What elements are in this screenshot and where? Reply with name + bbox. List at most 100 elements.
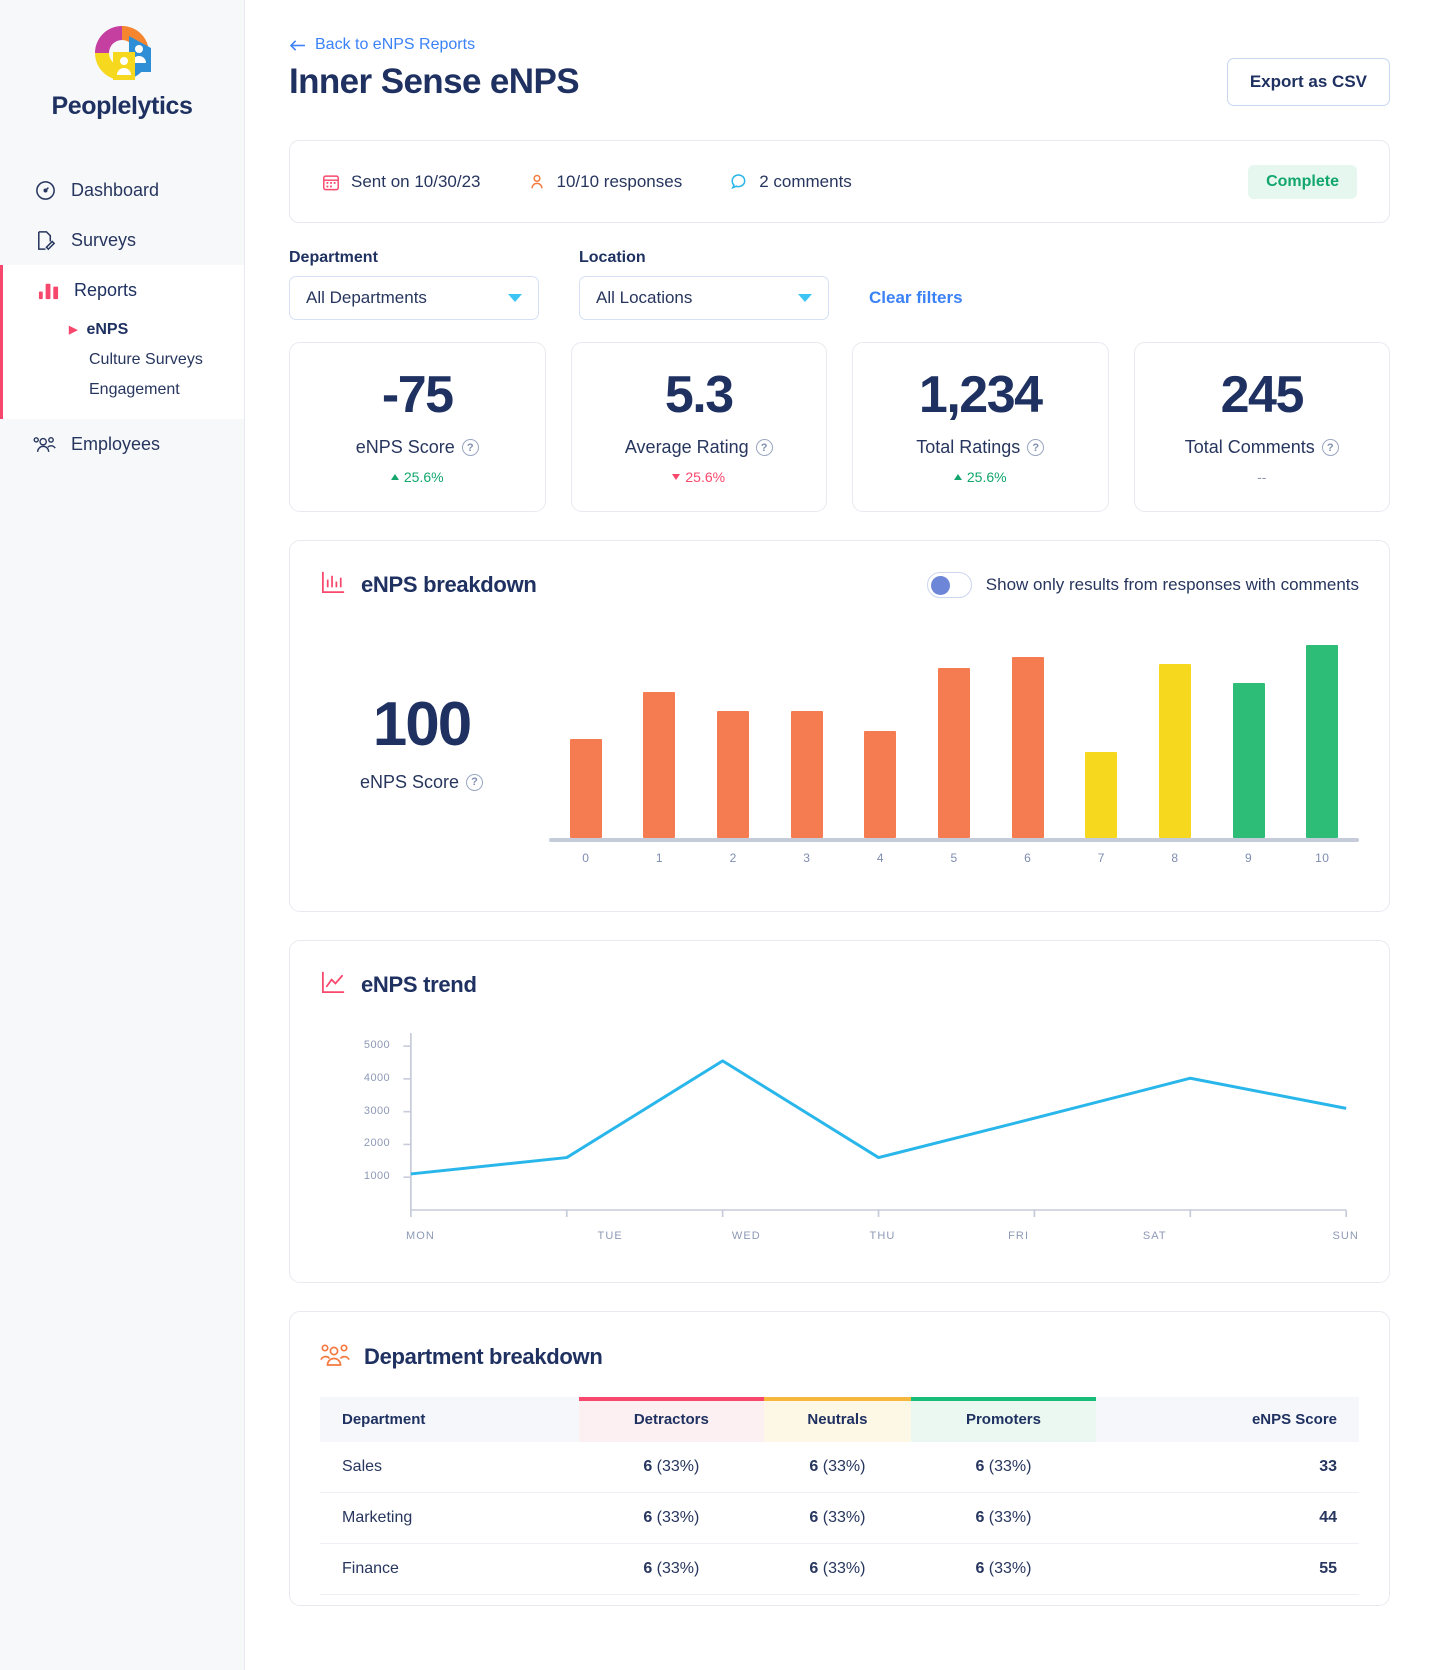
department-breakdown-header: Department breakdown (290, 1312, 1389, 1373)
toggle-knob (931, 576, 950, 595)
kpi-label-text: eNPS Score (356, 437, 455, 458)
sidebar-item-dashboard[interactable]: Dashboard (0, 165, 244, 215)
cell-neutrals-count: 6 (809, 1560, 818, 1577)
table-cell: 6 (33%) (764, 1544, 912, 1595)
bar-column (623, 623, 697, 838)
meta-comments-label: 2 comments (759, 172, 852, 192)
kpi-delta: 25.6% (391, 469, 444, 485)
table-column-header: Detractors (579, 1397, 764, 1442)
enps-trend-body: 10002000300040005000 MONTUEWEDTHUFRISATS… (290, 1001, 1389, 1282)
line-chart-axes (411, 1033, 1346, 1210)
bar[interactable] (1159, 664, 1191, 838)
bar[interactable] (643, 692, 675, 838)
bar-tick-label: 7 (1064, 851, 1138, 865)
calendar-icon (322, 173, 340, 191)
comments-only-toggle[interactable] (927, 572, 972, 598)
meta-sent-date: Sent on 10/30/23 (322, 172, 481, 192)
survey-meta-bar: Sent on 10/30/23 10/10 responses 2 comme… (289, 140, 1390, 223)
bar-tick-label: 9 (1212, 851, 1286, 865)
cell-neutrals-count: 6 (809, 1509, 818, 1526)
arrow-up-icon (391, 474, 399, 480)
meta-comments: 2 comments (729, 172, 852, 192)
sidebar-subitem-label: Culture Surveys (89, 351, 203, 369)
bar[interactable] (1012, 657, 1044, 838)
location-select[interactable]: All Locations (579, 276, 829, 320)
department-table-head: DepartmentDetractorsNeutralsPromoterseNP… (320, 1397, 1359, 1442)
bar[interactable] (1306, 645, 1338, 839)
app-root: Peoplelytics Dashboard Surveys (0, 0, 1430, 1670)
help-icon[interactable]: ? (466, 774, 483, 791)
table-row[interactable]: Sales6 (33%)6 (33%)6 (33%)33 (320, 1442, 1359, 1493)
location-filter: Location All Locations (579, 249, 829, 320)
location-select-value: All Locations (596, 288, 692, 308)
table-cell: 6 (33%) (764, 1493, 912, 1544)
department-select[interactable]: All Departments (289, 276, 539, 320)
cell-promoters-count: 6 (975, 1458, 984, 1475)
help-icon[interactable]: ? (756, 439, 773, 456)
line-chart-x-ticks: MONTUEWEDTHUFRISATSUN (334, 1230, 1359, 1242)
department-table-body: Sales6 (33%)6 (33%)6 (33%)33Marketing6 (… (320, 1442, 1359, 1595)
brand-name: Peoplelytics (0, 92, 244, 121)
location-filter-label: Location (579, 249, 829, 267)
x-tick-label: THU (814, 1230, 950, 1242)
y-tick-label: 1000 (334, 1170, 390, 1182)
kpi-card-total-ratings: 1,234 Total Ratings ? 25.6% (852, 342, 1109, 512)
enps-bar-chart: 012345678910 (535, 623, 1359, 863)
sidebar-item-culture-surveys[interactable]: Culture Surveys (3, 345, 244, 375)
enps-breakdown-card: eNPS breakdown Show only results from re… (289, 540, 1390, 912)
clear-filters-button[interactable]: Clear filters (869, 288, 963, 320)
person-icon (528, 173, 546, 191)
line-chart-icon (320, 969, 347, 1001)
employees-icon (32, 431, 58, 457)
bar-column (549, 623, 623, 838)
sidebar-item-surveys[interactable]: Surveys (0, 215, 244, 265)
cell-detractors-count: 6 (643, 1509, 652, 1526)
sidebar-item-engagement[interactable]: Engagement (3, 375, 244, 405)
bar[interactable] (791, 711, 823, 838)
table-row[interactable]: Finance6 (33%)6 (33%)6 (33%)55 (320, 1544, 1359, 1595)
department-select-value: All Departments (306, 288, 427, 308)
bar-tick-label: 4 (844, 851, 918, 865)
cell-enps-score: 55 (1319, 1560, 1337, 1577)
department-filter-label: Department (289, 249, 539, 267)
sidebar: Peoplelytics Dashboard Surveys (0, 0, 245, 1670)
table-cell: Sales (320, 1442, 579, 1493)
x-tick-label: TUE (542, 1230, 678, 1242)
back-link[interactable]: Back to eNPS Reports (289, 36, 475, 54)
table-cell: 6 (33%) (911, 1544, 1096, 1595)
bar-column (696, 623, 770, 838)
help-icon[interactable]: ? (1027, 439, 1044, 456)
table-column-header: eNPS Score (1096, 1397, 1359, 1442)
export-csv-button[interactable]: Export as CSV (1227, 58, 1390, 106)
sidebar-item-employees[interactable]: Employees (0, 419, 244, 469)
kpi-label-text: Average Rating (625, 437, 749, 458)
x-tick-label: MON (406, 1230, 542, 1242)
bar-columns (549, 623, 1359, 838)
kpi-label-text: Total Comments (1185, 437, 1315, 458)
bar[interactable] (1085, 752, 1117, 838)
bar-column (917, 623, 991, 838)
bar[interactable] (864, 731, 896, 839)
trend-line[interactable] (411, 1061, 1346, 1174)
sidebar-item-reports[interactable]: Reports (3, 265, 244, 315)
kpi-card-total-comments: 245 Total Comments ? -- (1134, 342, 1391, 512)
kpi-label: Total Ratings ? (916, 437, 1044, 458)
x-tick-label: WED (678, 1230, 814, 1242)
table-row[interactable]: Marketing6 (33%)6 (33%)6 (33%)44 (320, 1493, 1359, 1544)
help-icon[interactable]: ? (1322, 439, 1339, 456)
enps-score-caption-text: eNPS Score (360, 772, 459, 793)
bar[interactable] (570, 739, 602, 838)
bar[interactable] (1233, 683, 1265, 838)
kpi-delta: 25.6% (672, 469, 725, 485)
cell-promoters-count: 6 (975, 1509, 984, 1526)
sidebar-item-enps[interactable]: ▶ eNPS (3, 315, 244, 345)
help-icon[interactable]: ? (462, 439, 479, 456)
kpi-card-enps-score: -75 eNPS Score ? 25.6% (289, 342, 546, 512)
cell-detractors-pct: (33%) (657, 1509, 700, 1526)
bar[interactable] (938, 668, 970, 838)
bar[interactable] (717, 711, 749, 838)
column-accent-bar (579, 1397, 764, 1401)
cell-detractors-count: 6 (643, 1560, 652, 1577)
table-column-header: Department (320, 1397, 579, 1442)
kpi-delta: -- (1257, 469, 1266, 485)
